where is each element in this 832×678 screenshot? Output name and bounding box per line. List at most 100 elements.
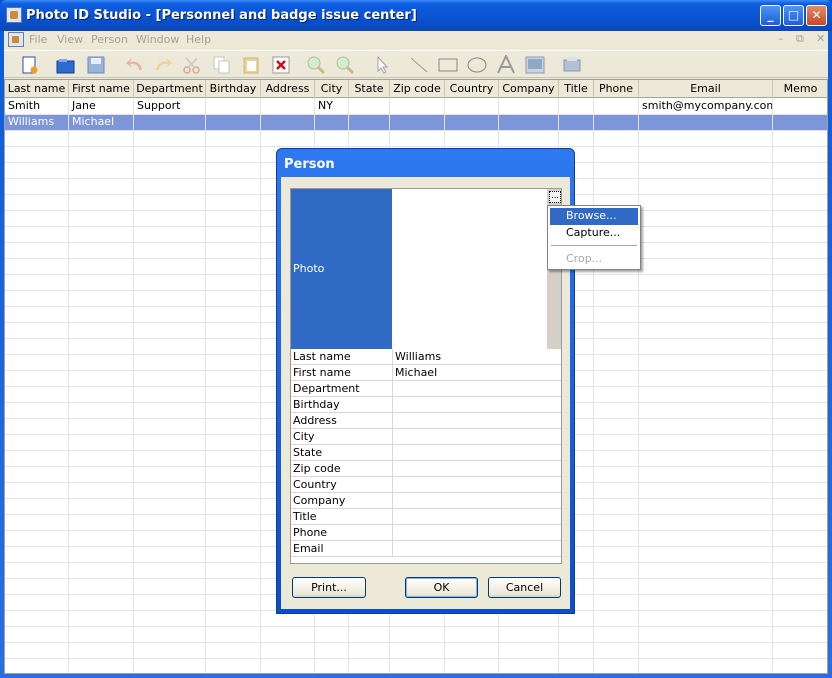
column-header[interactable]: Department [134,80,206,98]
open-icon[interactable] [55,55,77,75]
column-header[interactable]: First name [69,80,134,98]
new-icon[interactable] [18,55,40,75]
redo-icon[interactable] [152,55,174,75]
table-cell[interactable] [206,98,261,114]
save-icon[interactable] [85,55,107,75]
table-cell[interactable]: Michael [69,114,134,130]
table-row[interactable]: Smith Jane Support NY smith@mycompany.com [5,98,827,114]
column-header[interactable]: Address [261,80,315,98]
app-icon[interactable] [6,7,22,23]
table-cell[interactable] [134,114,206,130]
menu-item-browse[interactable]: Browse... [550,208,638,225]
table-row[interactable]: Williams Michael [5,114,827,130]
property-value[interactable] [392,413,561,429]
column-header[interactable]: Country [445,80,499,98]
column-header[interactable]: Memo [773,80,827,98]
property-value[interactable] [392,445,561,461]
property-value[interactable] [392,509,561,525]
property-value[interactable]: Williams [392,349,561,365]
print-badge-icon[interactable] [561,55,583,75]
zoom-in-icon[interactable] [305,55,327,75]
table-cell[interactable] [773,114,827,130]
menu-item-crop: Crop... [566,252,603,265]
table-cell[interactable] [559,98,594,114]
table-cell[interactable] [773,98,827,114]
property-value[interactable] [392,525,561,541]
image-tool-icon[interactable] [524,55,546,75]
column-header[interactable]: Last name [5,80,69,98]
table-cell[interactable]: Williams [5,114,69,130]
rectangle-icon[interactable] [437,55,459,75]
column-header[interactable]: Title [559,80,594,98]
menu-window[interactable]: Window [136,33,179,46]
property-value[interactable] [392,493,561,509]
property-value[interactable] [392,429,561,445]
delete-icon[interactable] [270,55,292,75]
table-cell[interactable] [390,98,445,114]
menu-view[interactable]: View [57,33,83,46]
table-cell[interactable]: Support [134,98,206,114]
photo-label: Photo [291,189,392,349]
table-cell[interactable] [206,114,261,130]
table-cell[interactable] [594,98,639,114]
document-icon[interactable] [8,32,24,47]
photo-preview[interactable] [392,189,547,349]
table-cell[interactable] [349,114,390,130]
table-cell[interactable] [390,114,445,130]
menu-person[interactable]: Person [91,33,128,46]
property-value[interactable] [392,477,561,493]
cut-icon[interactable] [181,55,203,75]
table-cell[interactable]: smith@mycompany.com [639,98,773,114]
table-cell[interactable] [261,98,315,114]
close-icon[interactable]: ✕ [806,5,827,26]
table-cell[interactable] [445,114,499,130]
title-bar[interactable]: Photo ID Studio - [Personnel and badge i… [0,0,832,31]
column-header[interactable]: Birthday [206,80,261,98]
column-header[interactable]: Zip code [390,80,445,98]
photo-menu-button[interactable]: … [549,191,561,203]
ok-button[interactable]: OK [405,577,478,598]
menu-file[interactable]: File [29,33,47,46]
dialog-body: Photo … Last name Williams First name Micha… [281,177,570,609]
table-cell[interactable] [349,98,390,114]
table-cell[interactable] [261,114,315,130]
table-cell[interactable] [499,98,559,114]
print-button[interactable]: Print... [292,577,366,598]
ellipse-icon[interactable] [466,55,488,75]
mdi-close-icon[interactable]: ✕ [816,32,825,45]
text-tool-icon[interactable] [495,53,517,75]
mdi-restore-icon[interactable]: ⧉ [796,32,804,46]
line-icon[interactable] [408,55,430,75]
paste-icon[interactable] [240,55,262,75]
table-cell[interactable]: NY [315,98,349,114]
table-cell[interactable] [445,98,499,114]
copy-icon[interactable] [211,55,233,75]
table-cell[interactable]: Jane [69,98,134,114]
maximize-icon[interactable]: □ [783,5,804,26]
table-cell[interactable] [315,114,349,130]
column-header[interactable]: Email [639,80,773,98]
minimize-icon[interactable]: _ [760,5,781,26]
zoom-out-icon[interactable] [334,55,356,75]
table-cell[interactable] [559,114,594,130]
menu-help[interactable]: Help [186,33,211,46]
table-cell[interactable]: Smith [5,98,69,114]
undo-icon[interactable] [124,55,146,75]
property-grid[interactable]: Photo … Last name Williams First name Micha… [290,188,562,564]
property-value[interactable]: Michael [392,365,561,381]
column-header[interactable]: Phone [594,80,639,98]
pointer-icon[interactable] [371,55,393,75]
table-cell[interactable] [639,114,773,130]
cancel-button[interactable]: Cancel [488,577,561,598]
column-header[interactable]: Company [499,80,559,98]
menu-item-capture[interactable]: Capture... [550,225,638,242]
property-value[interactable] [392,381,561,397]
mdi-minimize-icon[interactable]: – [778,32,784,45]
column-header[interactable]: City [315,80,349,98]
table-cell[interactable] [499,114,559,130]
property-value[interactable] [392,461,561,477]
property-value[interactable] [392,541,561,557]
property-value[interactable] [392,397,561,413]
table-cell[interactable] [594,114,639,130]
column-header[interactable]: State [349,80,390,98]
